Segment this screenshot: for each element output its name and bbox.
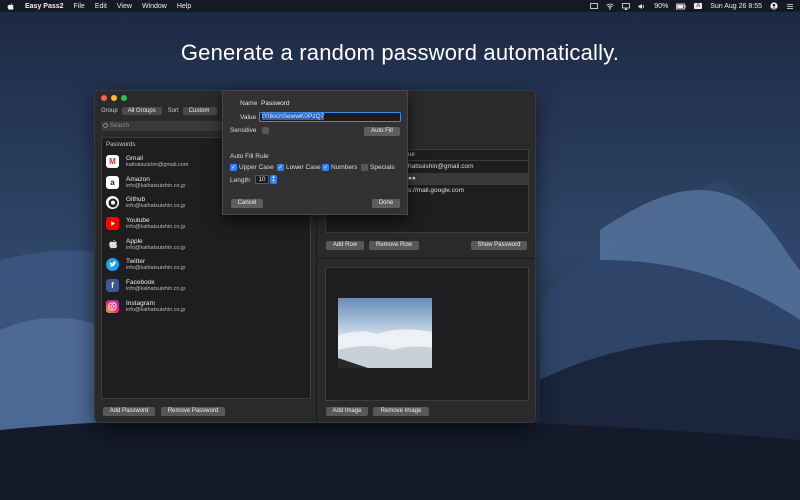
wifi-icon[interactable]: [606, 3, 614, 10]
battery-icon[interactable]: [676, 3, 686, 10]
stepper-arrows-icon[interactable]: ▲ ▼: [270, 175, 277, 184]
menu-file[interactable]: File: [74, 3, 85, 10]
add-row-button[interactable]: Add Row: [326, 241, 364, 250]
item-name: Youtube: [126, 216, 150, 224]
menu-bar: Easy Pass2 File Edit View Window Help 90…: [0, 0, 800, 12]
cast-icon[interactable]: [590, 2, 599, 10]
length-value[interactable]: 10: [255, 175, 269, 184]
numbers-label: Numbers: [331, 164, 358, 171]
list-item[interactable]: Apple info@kaihatsuishin.co.jp: [102, 234, 310, 255]
search-placeholder: Search: [110, 123, 130, 129]
horizontal-divider[interactable]: [317, 258, 537, 259]
cloud-photo: [338, 298, 432, 368]
list-item[interactable]: Youtube info@kaihatsuishin.co.jp: [102, 213, 310, 234]
list-item[interactable]: Twitter info@kaihatsuishin.co.jp: [102, 254, 310, 275]
remove-password-button[interactable]: Remove Password: [161, 407, 225, 416]
check-icon: ✓: [230, 164, 237, 171]
item-account: info@kaihatsuishin.co.jp: [126, 265, 186, 272]
sort-label: Sort: [167, 108, 179, 114]
volume-icon[interactable]: [638, 3, 646, 10]
input-source-icon[interactable]: A: [694, 3, 703, 9]
sensitive-box[interactable]: [262, 127, 270, 134]
item-name: Apple: [126, 237, 143, 245]
github-icon: [106, 196, 119, 210]
item-name: Gmail: [126, 154, 143, 162]
remove-row-button[interactable]: Remove Row: [369, 241, 419, 250]
minimize-button[interactable]: [111, 95, 117, 101]
done-button[interactable]: Done: [372, 199, 400, 208]
item-name: Amazon: [126, 175, 150, 183]
sensitive-checkbox[interactable]: Sensitive: [230, 127, 270, 134]
youtube-icon: [106, 216, 119, 230]
name-value[interactable]: Password: [261, 100, 290, 107]
apple-menu-icon[interactable]: [6, 2, 15, 11]
app-menu[interactable]: Easy Pass2: [25, 3, 64, 10]
image-well: [325, 267, 529, 401]
name-label: Name: [240, 100, 258, 107]
value-text: tYiIkichSewwK0PzQ7: [262, 113, 325, 120]
close-button[interactable]: [101, 95, 107, 101]
value-field[interactable]: tYiIkichSewwK0PzQ7: [259, 112, 401, 122]
item-account: info@kaihatsuishin.co.jp: [126, 244, 186, 251]
item-name: Twitter: [126, 258, 146, 266]
item-account: info@kaihatsuishin.co.jp: [126, 182, 186, 189]
item-name: Facebook: [126, 278, 155, 286]
item-account: info@kaihatsuishin.co.jp: [126, 306, 186, 313]
length-stepper[interactable]: 10 ▲ ▼: [255, 175, 277, 184]
airplay-icon[interactable]: [622, 2, 631, 10]
menu-window[interactable]: Window: [142, 3, 167, 10]
battery-percent: 90%: [654, 2, 669, 10]
group-popup[interactable]: All Groups: [121, 107, 162, 115]
instagram-icon: [106, 299, 119, 313]
cancel-button[interactable]: Cancel: [231, 199, 263, 208]
lower-case-checkbox[interactable]: ✓ Lower Case: [277, 164, 321, 171]
menu-help[interactable]: Help: [177, 3, 191, 10]
search-icon: [103, 123, 108, 128]
auto-fill-button[interactable]: Auto Fill: [364, 127, 400, 136]
facebook-icon: f: [106, 278, 119, 292]
headline: Generate a random password automatically…: [180, 40, 620, 65]
item-name: Github: [126, 196, 146, 204]
lower-case-label: Lower Case: [286, 164, 321, 171]
group-label: Group: [101, 108, 118, 114]
upper-case-label: Upper Case: [239, 164, 274, 171]
user-icon[interactable]: [770, 2, 778, 10]
value-label: Value: [240, 114, 257, 121]
item-account: info@kaihatsuishin.co.jp: [126, 203, 186, 210]
show-password-button[interactable]: Show Password: [471, 241, 527, 250]
window-controls: [101, 95, 127, 101]
twitter-icon: [106, 258, 119, 272]
sensitive-label: Sensitive: [230, 127, 257, 134]
menu-edit[interactable]: Edit: [95, 3, 107, 10]
upper-case-checkbox[interactable]: ✓ Upper Case: [230, 164, 274, 171]
specials-checkbox[interactable]: Specials: [361, 164, 395, 171]
add-image-button[interactable]: Add Image: [326, 407, 368, 416]
auto-fill-rule-title: Auto Fill Rule: [230, 153, 269, 160]
apple-icon: [106, 238, 119, 251]
length-label: Length: [230, 177, 250, 184]
item-account: info@kaihatsuishin.co.jp: [126, 223, 186, 230]
remove-image-button[interactable]: Remove Image: [373, 407, 429, 416]
list-item[interactable]: Instagram info@kaihatsuishin.co.jp: [102, 296, 310, 317]
control-center-icon[interactable]: [786, 3, 794, 10]
add-password-button[interactable]: Add Password: [103, 407, 155, 416]
check-icon: ✓: [277, 164, 284, 171]
clock[interactable]: Sun Aug 26 8:55: [710, 3, 762, 10]
specials-box: [361, 164, 368, 171]
item-account: info@kaihatsuishin.co.jp: [126, 285, 186, 292]
check-icon: ✓: [322, 164, 329, 171]
edit-field-sheet: Name Password Value tYiIkichSewwK0PzQ7 S…: [222, 90, 408, 215]
amazon-icon: a: [106, 175, 119, 189]
numbers-checkbox[interactable]: ✓ Numbers: [322, 164, 357, 171]
sort-popup[interactable]: Custom: [182, 107, 217, 115]
zoom-button[interactable]: [121, 95, 127, 101]
item-account: kaihatsuishin@gmail.com: [126, 161, 189, 168]
filter-toolbar: Group All Groups Sort Custom: [101, 107, 217, 115]
specials-label: Specials: [370, 164, 395, 171]
list-item[interactable]: f Facebook info@kaihatsuishin.co.jp: [102, 275, 310, 296]
gmail-icon: M: [106, 154, 119, 168]
item-name: Instagram: [126, 299, 155, 307]
menu-view[interactable]: View: [117, 3, 132, 10]
